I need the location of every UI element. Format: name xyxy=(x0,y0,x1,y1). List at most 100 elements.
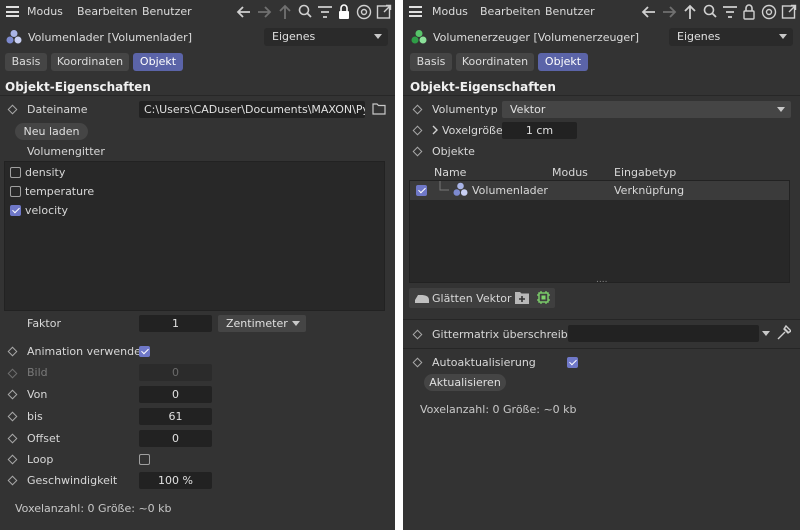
row-input-type: Verknüpfung xyxy=(614,184,685,197)
row-checkbox[interactable] xyxy=(416,185,427,196)
volume-type-dropdown[interactable]: Vektor xyxy=(502,101,791,118)
unit-dropdown[interactable]: Zentimeter xyxy=(218,315,306,332)
keyframe-diamond-icon[interactable] xyxy=(7,433,18,444)
frame-label: Bild xyxy=(27,366,48,379)
resize-grip-icon[interactable]: .... xyxy=(596,276,607,285)
menubar: Modus Bearbeiten Benutzer xyxy=(403,0,800,24)
volume-grid-label: Volumengitter xyxy=(27,145,105,158)
objects-label: Objekte xyxy=(432,145,475,158)
preset-dropdown[interactable]: Eigenes xyxy=(264,28,388,46)
column-header-input[interactable]: Eingabetyp xyxy=(614,166,676,179)
arrow-up-icon[interactable] xyxy=(277,3,293,21)
chevron-down-icon[interactable] xyxy=(762,331,770,336)
chevron-right-icon[interactable] xyxy=(431,124,439,136)
tab-objekt[interactable]: Objekt xyxy=(538,53,588,71)
voxel-size-field[interactable]: 1 cm xyxy=(502,122,577,139)
keyframe-diamond-icon[interactable] xyxy=(412,104,423,115)
target-icon[interactable] xyxy=(356,3,372,21)
auto-update-checkbox[interactable] xyxy=(567,357,578,368)
keyframe-diamond-icon[interactable] xyxy=(7,389,18,400)
filename-field[interactable]: C:\Users\CADuser\Documents\MAXON\Pyro xyxy=(139,101,365,118)
keyframe-diamond-icon[interactable] xyxy=(7,454,18,465)
menu-modus[interactable]: Modus xyxy=(27,5,63,18)
loop-checkbox[interactable] xyxy=(139,454,150,465)
search-icon[interactable] xyxy=(702,3,718,21)
loop-label: Loop xyxy=(27,453,54,466)
keyframe-diamond-icon[interactable] xyxy=(412,146,423,157)
objects-table[interactable]: Volumenlader Verknüpfung .... xyxy=(409,180,790,285)
to-field[interactable]: 61 xyxy=(139,408,212,425)
grid-item-label: density xyxy=(25,166,66,179)
unit-value: Zentimeter xyxy=(226,317,288,330)
arrow-right-icon[interactable] xyxy=(661,3,677,21)
keyframe-diamond-icon[interactable] xyxy=(7,346,18,357)
menu-modus[interactable]: Modus xyxy=(432,5,468,18)
smooth-vector-button[interactable]: Glätten Vektor xyxy=(432,292,512,305)
tab-objekt[interactable]: Objekt xyxy=(133,53,183,71)
search-icon[interactable] xyxy=(297,3,313,21)
hamburger-menu-icon[interactable] xyxy=(409,6,422,17)
divider xyxy=(403,319,800,320)
grid-checkbox-velocity[interactable] xyxy=(10,205,21,216)
arrow-right-icon[interactable] xyxy=(256,3,272,21)
offset-field[interactable]: 0 xyxy=(139,430,212,447)
new-window-icon[interactable] xyxy=(376,3,392,21)
add-folder-icon[interactable] xyxy=(514,290,530,305)
filter-icon[interactable] xyxy=(722,3,738,21)
keyframe-diamond-icon[interactable] xyxy=(412,125,423,136)
preset-value: Eigenes xyxy=(677,30,721,43)
menu-benutzer[interactable]: Benutzer xyxy=(545,5,595,18)
grid-checkbox-density[interactable] xyxy=(10,167,21,178)
lock-icon[interactable] xyxy=(337,3,351,21)
animation-label: Animation verwenden xyxy=(27,345,148,358)
keyframe-diamond-icon[interactable] xyxy=(7,475,18,486)
column-header-mode[interactable]: Modus xyxy=(552,166,588,179)
eyedropper-icon[interactable] xyxy=(775,324,791,342)
from-field[interactable]: 0 xyxy=(139,386,212,403)
chip-icon[interactable] xyxy=(536,290,551,305)
factor-field[interactable]: 1 xyxy=(139,315,212,332)
speed-label: Geschwindigkeit xyxy=(27,474,118,487)
tab-basis[interactable]: Basis xyxy=(410,53,452,71)
keyframe-diamond-icon[interactable] xyxy=(7,411,18,422)
speed-field[interactable]: 100 % xyxy=(139,472,212,489)
keyframe-diamond-icon[interactable] xyxy=(412,329,423,340)
from-label: Von xyxy=(27,388,48,401)
divider xyxy=(403,95,800,96)
volume-grid-list[interactable]: density temperature velocity xyxy=(4,161,385,311)
keyframe-diamond-icon[interactable] xyxy=(412,357,423,368)
lock-icon[interactable] xyxy=(742,3,756,21)
right-attribute-panel: Modus Bearbeiten Benutzer Volumenerzeuge… xyxy=(403,0,800,530)
column-header-name[interactable]: Name xyxy=(434,166,466,179)
tab-koordinaten[interactable]: Koordinaten xyxy=(51,53,129,71)
update-button[interactable]: Aktualisieren xyxy=(424,374,506,391)
table-row[interactable]: Volumenlader Verknüpfung xyxy=(410,181,789,200)
new-window-icon[interactable] xyxy=(781,3,797,21)
folder-icon[interactable] xyxy=(372,102,386,115)
to-label: bis xyxy=(27,410,43,423)
chevron-down-icon xyxy=(292,321,300,326)
filter-icon[interactable] xyxy=(317,3,333,21)
menu-bearbeiten[interactable]: Bearbeiten xyxy=(77,5,137,18)
matrix-override-field[interactable] xyxy=(568,325,759,342)
volume-loader-icon xyxy=(453,182,468,196)
voxel-size-label: Voxelgröße xyxy=(442,124,503,137)
menu-benutzer[interactable]: Benutzer xyxy=(142,5,192,18)
tab-koordinaten[interactable]: Koordinaten xyxy=(456,53,534,71)
tab-basis[interactable]: Basis xyxy=(5,53,47,71)
preset-dropdown[interactable]: Eigenes xyxy=(669,28,793,46)
keyframe-diamond-icon[interactable] xyxy=(7,104,18,115)
smoothing-iron-icon[interactable] xyxy=(414,293,430,304)
row-name: Volumenlader xyxy=(472,184,548,197)
volume-builder-icon xyxy=(411,30,427,44)
reload-button[interactable]: Neu laden xyxy=(15,123,88,140)
menu-bearbeiten[interactable]: Bearbeiten xyxy=(480,5,540,18)
section-title: Objekt-Eigenschaften xyxy=(5,80,151,94)
animation-checkbox[interactable] xyxy=(139,346,150,357)
arrow-left-icon[interactable] xyxy=(236,3,252,21)
arrow-up-icon[interactable] xyxy=(682,3,698,21)
target-icon[interactable] xyxy=(761,3,777,21)
arrow-left-icon[interactable] xyxy=(641,3,657,21)
grid-checkbox-temperature[interactable] xyxy=(10,186,21,197)
hamburger-menu-icon[interactable] xyxy=(6,6,19,17)
